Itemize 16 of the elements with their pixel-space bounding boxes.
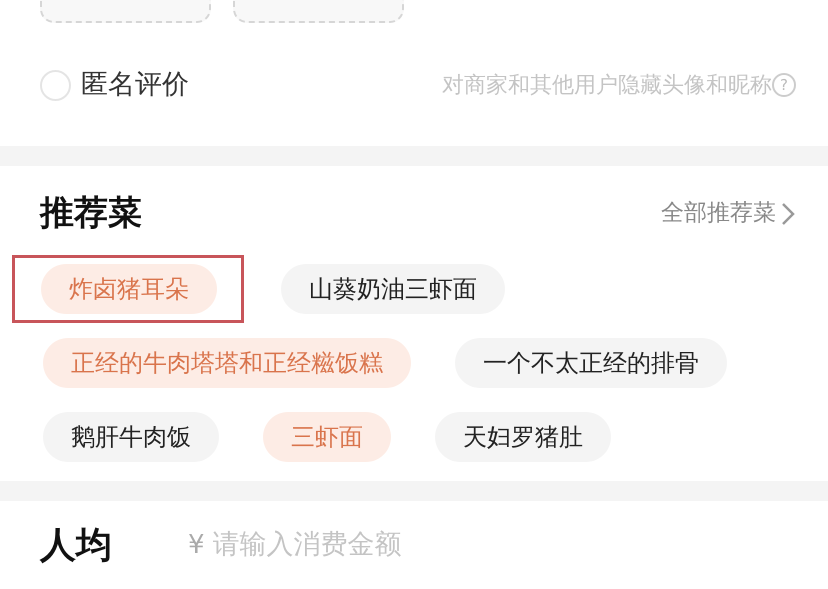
help-icon[interactable]: ? [772, 73, 796, 97]
dish-tag[interactable]: 鹅肝牛肉饭 [43, 412, 219, 462]
dish-tag[interactable]: 一个不太正经的排骨 [455, 338, 727, 388]
all-dishes-link[interactable]: 全部推荐菜 [661, 196, 796, 231]
dish-tag[interactable]: 炸卤猪耳朵 [41, 264, 217, 314]
dish-tag[interactable]: 三虾面 [263, 412, 391, 462]
chevron-icon [780, 200, 796, 226]
per-person-label: 人均 [40, 524, 113, 568]
dish-tag[interactable]: 天妇罗猪肚 [435, 412, 611, 462]
anonymous-label: 匿名评价 [81, 68, 189, 102]
radio-button[interactable] [40, 70, 71, 100]
currency-symbol: ¥ [188, 529, 205, 562]
section-title: 推荐菜 [40, 192, 142, 235]
dish-tag[interactable]: 山葵奶油三虾面 [281, 264, 505, 314]
dish-tag[interactable]: 正经的牛肉塔塔和正经糍饭糕 [43, 338, 411, 388]
hint-text: 对商家和其他用户隐藏头像和昵称 [442, 72, 772, 100]
